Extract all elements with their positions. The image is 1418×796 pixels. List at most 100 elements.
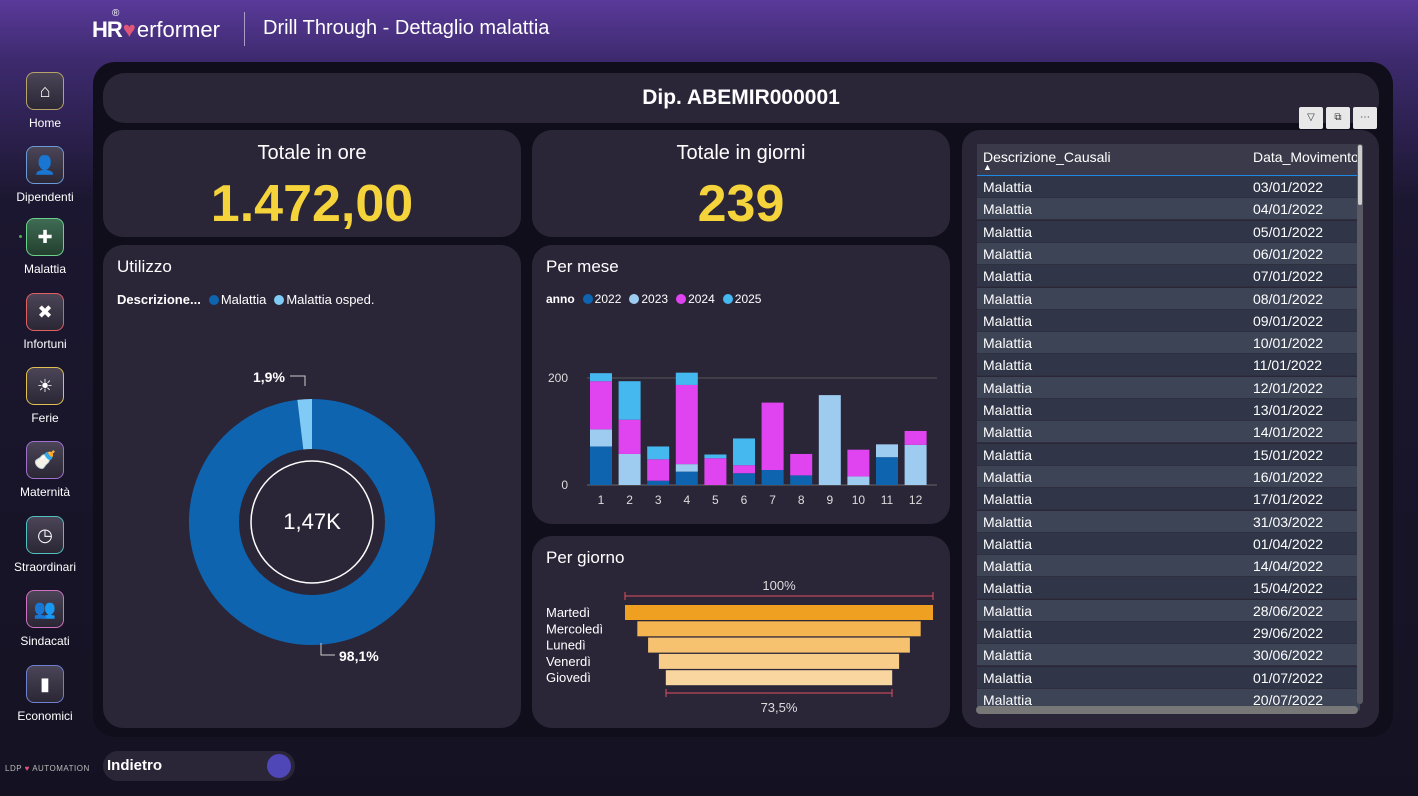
table-row[interactable]: Malattia 13/01/2022 bbox=[977, 399, 1360, 421]
bar-1-2024[interactable] bbox=[590, 381, 612, 430]
funnel-top-label: 100% bbox=[762, 578, 796, 593]
cell-data-movimento: 09/01/2022 bbox=[1253, 312, 1324, 329]
table-row[interactable]: Malattia 03/01/2022 bbox=[977, 176, 1360, 198]
bar-1-2023[interactable] bbox=[590, 429, 612, 447]
table-row[interactable]: Malattia 14/04/2022 bbox=[977, 555, 1360, 578]
user-icon: 👤 bbox=[26, 146, 64, 184]
funnel-label: Venerdì bbox=[546, 654, 591, 669]
focus-mode-icon[interactable]: ⧉ bbox=[1326, 107, 1350, 129]
bar-4-2024[interactable] bbox=[675, 384, 698, 465]
bar-1-2022[interactable] bbox=[590, 446, 612, 485]
bandage-icon: ✖ bbox=[26, 293, 64, 331]
bar-3-2022[interactable] bbox=[647, 480, 670, 485]
sidebar-item-infortuni[interactable]: ✖ Infortuni bbox=[0, 293, 90, 351]
table-vertical-scrollbar[interactable] bbox=[1357, 144, 1363, 704]
cell-descrizione: Malattia bbox=[983, 357, 1033, 374]
bar-5-2025[interactable] bbox=[704, 454, 727, 459]
table-row[interactable]: Malattia 09/01/2022 bbox=[977, 309, 1360, 332]
bar-2-2025[interactable] bbox=[618, 381, 641, 420]
bar-5-2024[interactable] bbox=[704, 458, 727, 485]
cell-descrizione: Malattia bbox=[983, 535, 1033, 552]
bar-7-2022[interactable] bbox=[761, 470, 784, 485]
table-row[interactable]: Malattia 06/01/2022 bbox=[977, 242, 1360, 265]
active-indicator bbox=[19, 235, 22, 238]
cell-descrizione: Malattia bbox=[983, 179, 1033, 195]
table-row[interactable]: Malattia 28/06/2022 bbox=[977, 599, 1360, 622]
bar-1-2025[interactable] bbox=[590, 373, 612, 382]
filter-icon[interactable]: ▽ bbox=[1299, 107, 1323, 129]
cell-data-movimento: 15/04/2022 bbox=[1253, 580, 1324, 597]
bar-2-2023[interactable] bbox=[618, 453, 641, 485]
bar-8-2022[interactable] bbox=[790, 475, 813, 485]
back-toggle-button[interactable]: Indietro bbox=[103, 751, 295, 781]
table-row[interactable]: Malattia 30/06/2022 bbox=[977, 644, 1360, 667]
bar-12-2023[interactable] bbox=[904, 444, 927, 485]
table-row[interactable]: Malattia 10/01/2022 bbox=[977, 332, 1360, 355]
cell-descrizione: Malattia bbox=[983, 245, 1033, 262]
table-row[interactable]: Malattia 17/01/2022 bbox=[977, 488, 1360, 511]
donut-label-small: 1,9% bbox=[253, 369, 285, 385]
table-row[interactable]: Malattia 29/06/2022 bbox=[977, 622, 1360, 644]
kpi-value: 1.472,00 bbox=[210, 175, 414, 233]
table-row[interactable]: Malattia 12/01/2022 bbox=[977, 376, 1360, 399]
table-vertical-scroll-thumb[interactable] bbox=[1358, 145, 1362, 205]
bar-4-2022[interactable] bbox=[675, 471, 698, 485]
table-row[interactable]: Malattia 01/07/2022 bbox=[977, 666, 1360, 689]
bar-6-2025[interactable] bbox=[733, 438, 755, 466]
bar-4-2025[interactable] bbox=[675, 372, 698, 385]
bar-11-2023[interactable] bbox=[876, 444, 898, 458]
funnel-bar-martedì[interactable] bbox=[625, 605, 933, 620]
sidebar-item-economici[interactable]: ▮ Economici bbox=[0, 665, 90, 723]
table-row[interactable]: Malattia 08/01/2022 bbox=[977, 287, 1360, 310]
table-row[interactable]: Malattia 04/01/2022 bbox=[977, 198, 1360, 221]
bar-3-2024[interactable] bbox=[647, 459, 670, 481]
table-row[interactable]: Malattia 14/01/2022 bbox=[977, 421, 1360, 444]
cell-data-movimento: 07/01/2022 bbox=[1253, 268, 1324, 285]
bar-11-2022[interactable] bbox=[876, 457, 898, 485]
group-icon: 👥 bbox=[26, 590, 64, 628]
cell-descrizione: Malattia bbox=[983, 580, 1033, 597]
sidebar-item-malattia[interactable]: ✚ Malattia bbox=[0, 218, 90, 276]
x-tick-label: 9 bbox=[826, 493, 833, 507]
funnel-bar-mercoledì[interactable] bbox=[637, 621, 921, 637]
bar-10-2023[interactable] bbox=[847, 476, 870, 485]
more-options-icon[interactable]: ⋯ bbox=[1353, 107, 1377, 129]
per-mese-chart: 02001 2 3 4 5 6 7 8 9 10 11 12 bbox=[548, 371, 937, 507]
bar-8-2024[interactable] bbox=[790, 453, 813, 476]
table-row[interactable]: Malattia 15/04/2022 bbox=[977, 577, 1360, 600]
x-tick-label: 6 bbox=[741, 493, 748, 507]
sidebar-item-sindacati[interactable]: 👥 Sindacati bbox=[0, 590, 90, 648]
table-row[interactable]: Malattia 31/03/2022 bbox=[977, 510, 1360, 533]
sidebar-item-straordinari[interactable]: ◷ Straordinari bbox=[0, 516, 90, 574]
table-row[interactable]: Malattia 01/04/2022 bbox=[977, 532, 1360, 555]
funnel-bar-lunedì[interactable] bbox=[648, 637, 910, 653]
sidebar-item-home[interactable]: ⌂ Home bbox=[0, 72, 90, 130]
table-row[interactable]: Malattia 16/01/2022 bbox=[977, 465, 1360, 488]
column-header-descrizione[interactable]: Descrizione_Causali bbox=[983, 149, 1111, 165]
bar-10-2024[interactable] bbox=[847, 449, 870, 477]
column-header-data[interactable]: Data_Movimento bbox=[1253, 149, 1359, 165]
donut-slice-malattia-osped-[interactable] bbox=[297, 399, 313, 450]
bar-6-2022[interactable] bbox=[733, 473, 755, 485]
cell-descrizione: Malattia bbox=[983, 669, 1033, 686]
cell-descrizione: Malattia bbox=[983, 268, 1033, 285]
bar-2-2024[interactable] bbox=[618, 419, 641, 454]
table-row[interactable]: Malattia 05/01/2022 bbox=[977, 220, 1360, 243]
bar-7-2024[interactable] bbox=[761, 402, 784, 471]
sidebar-item-label: Sindacati bbox=[20, 634, 70, 648]
sidebar-item-ferie[interactable]: ☀ Ferie bbox=[0, 367, 90, 425]
bar-9-2023[interactable] bbox=[818, 395, 841, 485]
bar-6-2024[interactable] bbox=[733, 465, 755, 474]
cell-data-movimento: 31/03/2022 bbox=[1253, 513, 1324, 530]
bar-12-2024[interactable] bbox=[904, 430, 927, 445]
sidebar-item-maternita[interactable]: 🍼 Maternità bbox=[0, 441, 90, 499]
funnel-bar-giovedì[interactable] bbox=[665, 670, 893, 686]
bar-4-2023[interactable] bbox=[675, 464, 698, 472]
bar-3-2025[interactable] bbox=[647, 446, 670, 460]
funnel-bar-venerdì[interactable] bbox=[658, 653, 900, 669]
table-horizontal-scrollbar[interactable] bbox=[976, 706, 1358, 714]
table-row[interactable]: Malattia 15/01/2022 bbox=[977, 443, 1360, 466]
sidebar-item-dipendenti[interactable]: 👤 Dipendenti bbox=[0, 146, 90, 204]
table-row[interactable]: Malattia 07/01/2022 bbox=[977, 265, 1360, 288]
table-row[interactable]: Malattia 11/01/2022 bbox=[977, 354, 1360, 377]
